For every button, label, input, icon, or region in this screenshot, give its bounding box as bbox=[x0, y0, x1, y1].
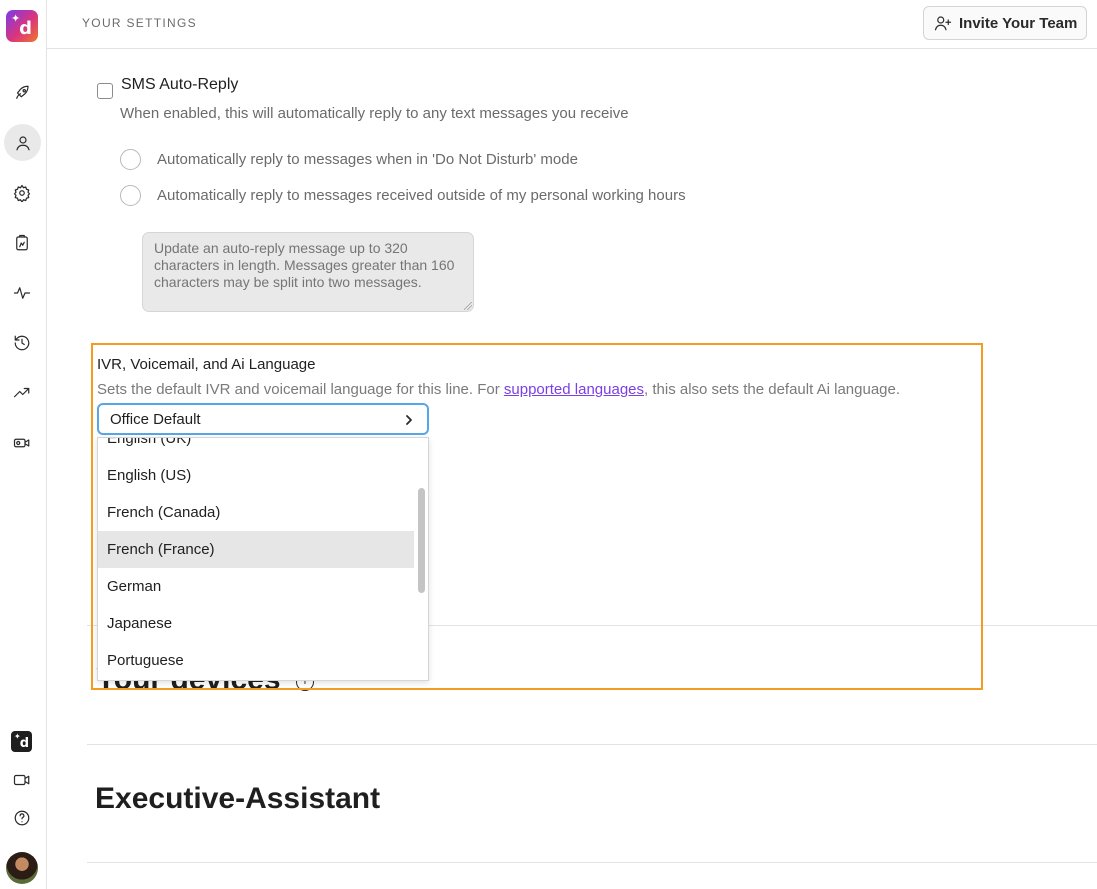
off-hours-reply-label: Automatically reply to messages received… bbox=[157, 187, 686, 204]
dialpad-logo-icon[interactable]: ✦ d bbox=[6, 10, 38, 42]
clipboard-icon[interactable] bbox=[8, 229, 36, 257]
section-divider bbox=[87, 744, 1097, 745]
trending-up-icon[interactable] bbox=[8, 379, 36, 407]
section-divider bbox=[87, 862, 1097, 863]
user-icon[interactable] bbox=[4, 124, 41, 161]
dnd-reply-label: Automatically reply to messages when in … bbox=[157, 151, 578, 168]
avatar[interactable] bbox=[6, 852, 38, 884]
add-user-icon bbox=[934, 16, 952, 31]
dnd-reply-radio[interactable] bbox=[120, 149, 141, 170]
invite-team-label: Invite Your Team bbox=[959, 14, 1078, 32]
highlight-box bbox=[91, 343, 983, 690]
off-hours-reply-radio[interactable] bbox=[120, 185, 141, 206]
sms-auto-reply-checkbox[interactable] bbox=[97, 83, 113, 99]
video-call-icon[interactable] bbox=[8, 429, 36, 457]
gear-icon[interactable] bbox=[8, 179, 36, 207]
header: YOUR SETTINGS Invite Your Team bbox=[47, 0, 1097, 49]
activity-icon[interactable] bbox=[8, 279, 36, 307]
help-icon[interactable] bbox=[8, 804, 36, 832]
dialpad-ai-icon[interactable]: ✦ d bbox=[11, 731, 32, 752]
rocket-icon[interactable] bbox=[8, 79, 36, 107]
textarea-resize-handle[interactable] bbox=[464, 302, 472, 310]
page-title: YOUR SETTINGS bbox=[82, 16, 197, 30]
sidebar: ✦ d ✦ d bbox=[0, 0, 47, 889]
invite-team-button[interactable]: Invite Your Team bbox=[923, 6, 1087, 40]
history-icon[interactable] bbox=[8, 329, 36, 357]
auto-reply-message-input[interactable] bbox=[142, 232, 474, 312]
sms-auto-reply-label: SMS Auto-Reply bbox=[121, 76, 239, 93]
executive-assistant-heading: Executive-Assistant bbox=[95, 782, 381, 815]
sms-auto-reply-description: When enabled, this will automatically re… bbox=[120, 105, 629, 122]
video-icon[interactable] bbox=[8, 766, 36, 794]
